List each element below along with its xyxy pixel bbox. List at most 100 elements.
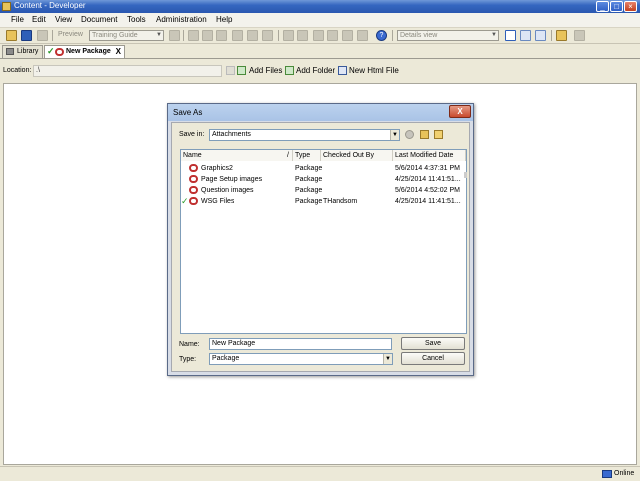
copy-icon[interactable] [202, 30, 213, 41]
tab-new-package[interactable]: ✓ New Package X [44, 45, 125, 58]
tab-close-icon[interactable]: X [116, 46, 121, 57]
menu-edit[interactable]: Edit [32, 15, 46, 24]
list-item[interactable]: ✓ WSG Files Package THandsom 4/25/2014 1… [181, 196, 466, 207]
new-html-button[interactable]: New Html File [349, 66, 399, 75]
status-bar: Online [0, 466, 640, 481]
maximize-button[interactable]: □ [610, 1, 623, 12]
library-icon [6, 48, 14, 55]
view-select[interactable]: Details view ▼ [397, 30, 499, 41]
item-name: Question images [201, 187, 254, 194]
package-icon [189, 186, 198, 194]
menu-tools[interactable]: Tools [127, 15, 146, 24]
menu-view[interactable]: View [55, 15, 72, 24]
dialog-close-button[interactable]: X [449, 105, 471, 118]
details-view-icon[interactable] [505, 30, 516, 41]
columns-view-icon[interactable] [535, 30, 546, 41]
minimize-button[interactable]: _ [596, 1, 609, 12]
save-in-label: Save in: [179, 131, 205, 138]
item-type: Package [295, 187, 323, 194]
open-folder-icon[interactable] [6, 30, 17, 41]
file-list[interactable]: Name / Type Checked Out By Last Modified… [180, 149, 467, 334]
item-date: 5/6/2014 4:37:31 PM [395, 165, 460, 172]
save-icon[interactable] [21, 30, 32, 41]
paste-icon[interactable] [216, 30, 227, 41]
properties-icon[interactable] [247, 30, 258, 41]
location-bar: Location: .\ Add Files Add Folder New Ht… [0, 59, 640, 83]
help-icon[interactable]: ? [376, 30, 387, 41]
dialog-titlebar[interactable]: Save As X [168, 104, 473, 121]
back-icon[interactable] [405, 130, 414, 139]
chevron-down-icon: ▼ [491, 32, 497, 38]
link-icon[interactable] [327, 30, 338, 41]
chevron-down-icon: ▼ [390, 130, 399, 140]
undo-icon[interactable] [283, 30, 294, 41]
column-header-name[interactable]: Name [181, 150, 293, 161]
save-as-dialog: Save As X Save in: Attachments ▼ Name / … [167, 103, 474, 376]
item-type: Package [295, 198, 323, 205]
new-html-icon[interactable] [338, 66, 347, 75]
chevron-down-icon: ▼ [156, 32, 162, 38]
save-in-value: Attachments [212, 131, 251, 138]
checked-out-icon: ✓ [181, 196, 189, 206]
item-name: WSG Files [201, 198, 235, 205]
menu-administration[interactable]: Administration [156, 15, 207, 24]
dialog-title: Save As [173, 108, 203, 117]
close-button[interactable]: × [624, 1, 637, 12]
list-item[interactable]: Graphics2 Package 5/6/2014 4:37:31 PM [181, 163, 466, 174]
window-titlebar[interactable]: Content - Developer _ □ × [0, 0, 640, 13]
chevron-down-icon: ▼ [383, 354, 392, 364]
scrollbar[interactable] [464, 172, 467, 178]
package-icon [189, 164, 198, 172]
delete-icon[interactable] [232, 30, 243, 41]
list-item[interactable]: Question images Package 5/6/2014 4:52:02… [181, 185, 466, 196]
view-select-value: Details view [400, 32, 438, 39]
item-date: 5/6/2014 4:52:02 PM [395, 187, 460, 194]
save-button[interactable]: Save [401, 337, 465, 350]
add-folder-icon[interactable] [285, 66, 294, 75]
add-folder-button[interactable]: Add Folder [296, 66, 335, 75]
tab-library[interactable]: Library [2, 45, 43, 58]
column-header-type[interactable]: Type [293, 150, 321, 161]
redo-icon[interactable] [297, 30, 308, 41]
toolbar: Preview Training Guide ▼ ? Details view ▼ [0, 28, 640, 44]
save-in-select[interactable]: Attachments ▼ [209, 129, 400, 141]
column-header-checked-out-by[interactable]: Checked Out By [321, 150, 393, 161]
item-date: 4/25/2014 11:41:51... [395, 198, 461, 205]
tab-new-package-label: New Package [66, 48, 111, 55]
add-files-icon[interactable] [237, 66, 246, 75]
name-label: Name: [179, 341, 200, 348]
column-header-last-modified[interactable]: Last Modified Date [393, 150, 466, 161]
name-input[interactable]: New Package [209, 338, 392, 350]
publish-icon[interactable] [169, 30, 180, 41]
cut-icon[interactable] [188, 30, 199, 41]
folder-up-icon[interactable] [556, 30, 567, 41]
up-folder-icon[interactable] [420, 130, 429, 139]
type-select[interactable]: Package ▼ [209, 353, 393, 365]
browse-icon[interactable] [226, 66, 235, 75]
menu-document[interactable]: Document [81, 15, 117, 24]
cancel-button[interactable]: Cancel [401, 352, 465, 365]
refresh-icon[interactable] [574, 30, 585, 41]
rename-icon[interactable] [262, 30, 273, 41]
list-view-icon[interactable] [520, 30, 531, 41]
location-label: Location: [3, 67, 32, 74]
network-icon [602, 470, 612, 478]
menu-file[interactable]: File [11, 15, 24, 24]
sort-indicator: / [287, 152, 289, 159]
location-field[interactable]: .\ [33, 65, 222, 77]
package-icon [189, 175, 198, 183]
list-item[interactable]: Page Setup images Package 4/25/2014 11:4… [181, 174, 466, 185]
preview-button[interactable]: Preview [56, 30, 86, 41]
find-icon[interactable] [342, 30, 353, 41]
app-icon [2, 2, 11, 11]
insert-icon[interactable] [313, 30, 324, 41]
guide-select[interactable]: Training Guide ▼ [89, 30, 164, 41]
print-icon[interactable] [37, 30, 48, 41]
new-folder-icon[interactable] [434, 130, 443, 139]
package-icon [55, 48, 64, 56]
tab-library-label: Library [17, 48, 39, 55]
window-title: Content - Developer [14, 1, 86, 10]
add-files-button[interactable]: Add Files [249, 66, 282, 75]
filter-icon[interactable] [357, 30, 368, 41]
menu-help[interactable]: Help [216, 15, 232, 24]
